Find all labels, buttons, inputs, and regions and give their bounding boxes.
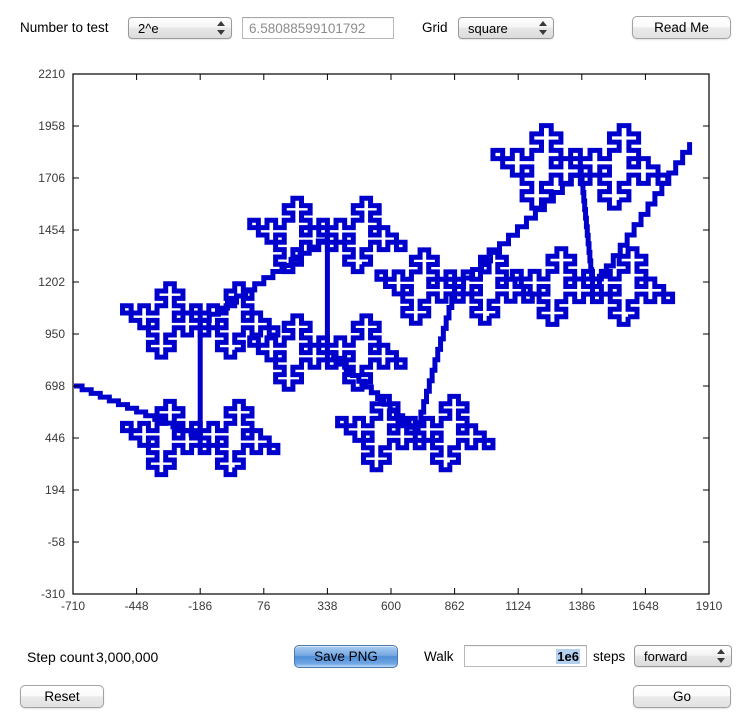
chevron-updown-icon: [217, 20, 226, 36]
save-png-button[interactable]: Save PNG: [294, 645, 398, 668]
svg-text:194: 194: [45, 483, 65, 497]
svg-text:-710: -710: [61, 599, 85, 613]
svg-text:1124: 1124: [505, 599, 531, 613]
grid-label: Grid: [422, 20, 448, 35]
svg-text:-186: -186: [188, 599, 212, 613]
svg-text:-448: -448: [125, 599, 149, 613]
direction-select[interactable]: forward: [634, 645, 732, 667]
number-to-test-select[interactable]: 2^e: [128, 17, 232, 39]
step-count-label: Step count: [27, 649, 94, 665]
svg-text:2210: 2210: [38, 67, 65, 81]
svg-text:1454: 1454: [38, 223, 65, 237]
svg-text:446: 446: [45, 431, 65, 445]
svg-text:1958: 1958: [38, 119, 65, 133]
walk-chart: -710 -448 -186 76 338 600 862 1124 1386 1648 1910 -…: [0, 58, 750, 620]
number-to-test-select-value: 2^e: [138, 20, 159, 36]
svg-text:1202: 1202: [38, 275, 65, 289]
go-button[interactable]: Go: [633, 685, 731, 708]
direction-select-value: forward: [644, 648, 688, 664]
number-to-test-label: Number to test: [20, 20, 109, 35]
steps-label: steps: [593, 649, 626, 664]
plot-area: -710 -448 -186 76 338 600 862 1124 1386 1648 1910 -…: [0, 58, 750, 620]
svg-text:338: 338: [317, 599, 337, 613]
read-me-button[interactable]: Read Me: [632, 16, 731, 39]
walk-label: Walk: [424, 649, 454, 664]
svg-text:950: 950: [45, 327, 65, 341]
svg-text:76: 76: [257, 599, 271, 613]
svg-text:1706: 1706: [38, 171, 65, 185]
svg-text:698: 698: [45, 379, 65, 393]
walk-steps-input-text: 1e6: [556, 648, 580, 664]
svg-text:1910: 1910: [696, 599, 723, 613]
svg-text:-58: -58: [48, 535, 66, 549]
chevron-updown-icon: [717, 648, 726, 664]
svg-text:1386: 1386: [568, 599, 595, 613]
top-toolbar: Number to test 2^e 6.58088599101792 Grid…: [0, 0, 750, 55]
svg-text:600: 600: [381, 599, 401, 613]
grid-select-value: square: [468, 20, 508, 36]
step-count-value: 3,000,000: [96, 649, 159, 665]
walk-steps-input[interactable]: 1e6: [464, 645, 587, 667]
svg-text:862: 862: [445, 599, 465, 613]
number-value-input[interactable]: 6.58088599101792: [242, 17, 394, 39]
svg-text:-310: -310: [41, 587, 65, 601]
grid-select[interactable]: square: [458, 17, 554, 39]
svg-text:1648: 1648: [632, 599, 659, 613]
number-value-input-text: 6.58088599101792: [249, 20, 366, 36]
reset-button[interactable]: Reset: [20, 685, 104, 708]
chevron-updown-icon: [539, 20, 548, 36]
